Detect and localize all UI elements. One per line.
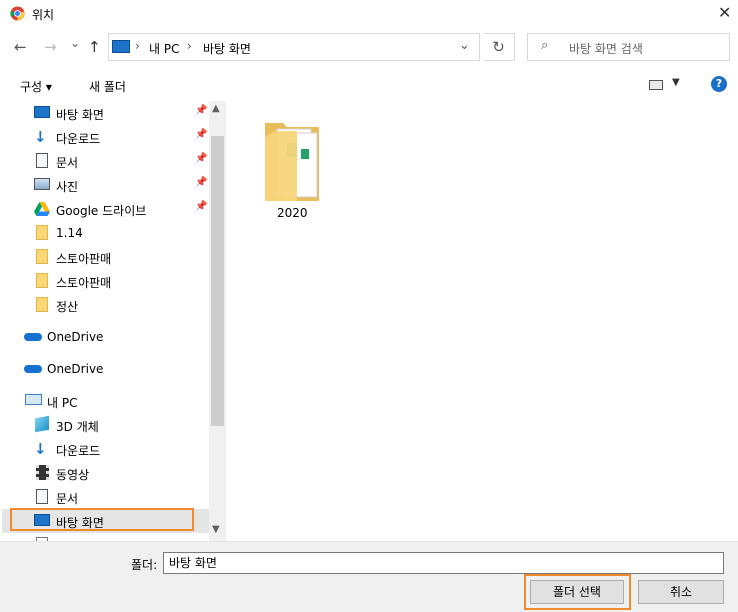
cancel-button[interactable]: 취소	[638, 580, 724, 604]
sidebar-item-label: 3D 개체	[56, 420, 99, 434]
recent-locations-button[interactable]: ⌄	[70, 36, 80, 50]
file-list: 2020	[227, 101, 738, 541]
sidebar-item-label: 다운로드	[56, 132, 101, 146]
sidebar-item-this-pc[interactable]: 내 PC	[2, 389, 209, 413]
folder-label: 폴더:	[131, 558, 158, 572]
sidebar-item-onedrive[interactable]: OneDrive	[2, 325, 209, 349]
google-drive-icon	[34, 202, 50, 216]
document-icon	[36, 489, 48, 504]
breadcrumb-separator: ›	[187, 39, 192, 53]
sidebar-item-label: 정산	[56, 300, 79, 314]
breadcrumb-separator: ›	[135, 39, 140, 53]
computer-icon	[25, 394, 42, 405]
folder-icon	[36, 225, 48, 240]
sidebar-item-label: Google 드라이브	[56, 204, 147, 218]
window-title: 위치	[32, 8, 55, 22]
back-button[interactable]: ←	[14, 38, 27, 56]
search-placeholder: 바탕 화면 검색	[569, 42, 643, 56]
pin-icon[interactable]: 📌	[195, 177, 207, 188]
sidebar-item-label: 동영상	[56, 468, 90, 482]
view-options-icon[interactable]	[649, 80, 663, 90]
sidebar-item-label: 문서	[56, 492, 79, 506]
sidebar-item-documents[interactable]: 문서 📌	[2, 149, 209, 173]
folder-icon	[36, 273, 48, 288]
sidebar-item-label: 스토아판매	[56, 252, 112, 266]
desktop-icon	[34, 106, 50, 118]
sidebar-item-partial[interactable]	[2, 533, 209, 541]
organize-button[interactable]: 구성 ▾	[20, 78, 52, 95]
download-icon: ↓	[34, 440, 47, 458]
chevron-down-icon[interactable]: ▼	[672, 77, 680, 88]
sidebar-item-downloads[interactable]: ↓ 다운로드 📌	[2, 125, 209, 149]
cloud-icon	[24, 333, 42, 341]
refresh-button[interactable]: ↻	[483, 33, 515, 61]
sidebar-item-folder[interactable]: 스토아판매	[2, 269, 209, 293]
sidebar-item-folder[interactable]: 1.14	[2, 221, 209, 245]
highlight-select-button	[524, 574, 631, 610]
sidebar-item-desktop[interactable]: 바탕 화면 📌	[2, 101, 209, 125]
pin-icon[interactable]: 📌	[195, 201, 207, 212]
help-icon[interactable]: ?	[711, 76, 727, 92]
folder-item[interactable]: 2020	[257, 115, 337, 227]
folder-name-input[interactable]: 바탕 화면	[163, 552, 724, 574]
scroll-thumb[interactable]	[211, 136, 224, 426]
sidebar-item-label: 사진	[56, 180, 79, 194]
sidebar-item-label: 바탕 화면	[56, 108, 104, 122]
sidebar-item-downloads[interactable]: ↓ 다운로드	[2, 437, 209, 461]
sidebar-item-pictures[interactable]: 사진 📌	[2, 173, 209, 197]
close-button[interactable]: ✕	[718, 3, 731, 22]
title-bar: 위치 ✕	[0, 0, 738, 28]
scroll-up-arrow[interactable]: ▲	[212, 103, 220, 114]
breadcrumb-this-pc[interactable]: 내 PC	[149, 40, 179, 57]
chevron-down-icon[interactable]: ⌄	[459, 38, 470, 53]
pin-icon[interactable]: 📌	[195, 153, 207, 164]
sidebar-item-label: 다운로드	[56, 444, 101, 458]
search-icon: ⌕	[541, 38, 549, 53]
up-button[interactable]: ↑	[88, 38, 101, 56]
sidebar-item-folder[interactable]: 정산	[2, 293, 209, 317]
picture-icon	[34, 178, 50, 190]
folder-icon	[36, 297, 48, 312]
new-folder-button[interactable]: 새 폴더	[89, 78, 126, 95]
sidebar-item-documents[interactable]: 문서	[2, 485, 209, 509]
sidebar-item-label: 1.14	[56, 226, 83, 240]
sidebar-item-label: OneDrive	[47, 362, 104, 376]
3d-objects-icon	[35, 415, 49, 433]
document-icon	[36, 153, 48, 168]
search-input[interactable]: ⌕ 바탕 화면 검색	[527, 33, 730, 61]
sidebar-item-label: 문서	[56, 156, 79, 170]
folder-item-name: 2020	[277, 206, 308, 220]
pin-icon[interactable]: 📌	[195, 129, 207, 140]
toolbar: 구성 ▾ 새 폴더 ▼ ?	[0, 70, 738, 100]
forward-button[interactable]: →	[44, 38, 57, 56]
desktop-icon	[112, 40, 130, 53]
navigation-pane: 바탕 화면 📌 ↓ 다운로드 📌 문서 📌 사진 📌 Google 드라이브 📌…	[2, 101, 226, 541]
cloud-icon	[24, 365, 42, 373]
sidebar-item-label: OneDrive	[47, 330, 104, 344]
pin-icon[interactable]: 📌	[195, 105, 207, 116]
chrome-icon	[10, 6, 25, 21]
folder-icon	[265, 123, 319, 201]
breadcrumb-desktop[interactable]: 바탕 화면	[203, 40, 251, 57]
sidebar-item-label: 스토아판매	[56, 276, 112, 290]
sidebar-item-google-drive[interactable]: Google 드라이브 📌	[2, 197, 209, 221]
sidebar-item-onedrive[interactable]: OneDrive	[2, 357, 209, 381]
highlight-desktop-item	[10, 508, 194, 531]
address-bar[interactable]: › 내 PC › 바탕 화면 ⌄	[108, 33, 480, 61]
sidebar-item-folder[interactable]: 스토아판매	[2, 245, 209, 269]
sidebar-item-label: 내 PC	[47, 396, 78, 410]
folder-icon	[36, 249, 48, 264]
sidebar-item-3d-objects[interactable]: 3D 개체	[2, 413, 209, 437]
video-icon	[36, 465, 49, 480]
download-icon: ↓	[34, 128, 47, 146]
sidebar-item-videos[interactable]: 동영상	[2, 461, 209, 485]
scroll-down-arrow[interactable]: ▼	[212, 524, 220, 535]
